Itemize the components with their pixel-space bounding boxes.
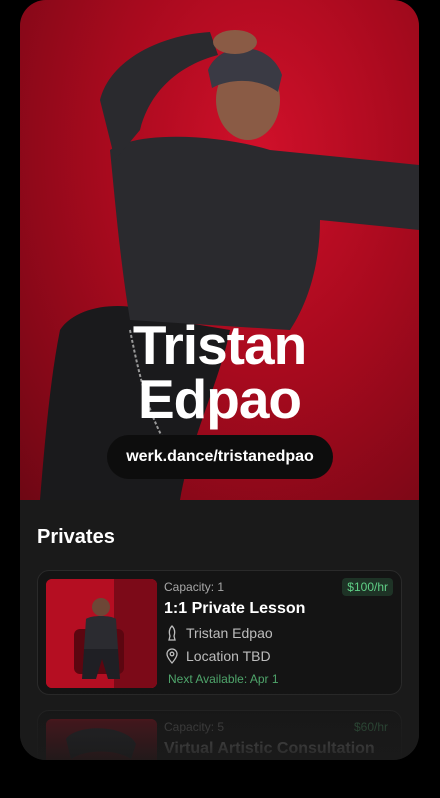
location-text: Location TBD <box>186 648 271 664</box>
price-badge: $60/hr <box>353 720 388 734</box>
phone-frame: Tristan Edpao werk.dance/tristanedpao Pr… <box>20 0 419 760</box>
profile-name: Tristan Edpao <box>132 314 307 430</box>
capacity-text: Capacity: 5 <box>164 720 225 734</box>
price-badge: $100/hr <box>342 578 393 596</box>
location-pin-icon <box>164 648 180 664</box>
hero-banner: Tristan Edpao werk.dance/tristanedpao <box>20 0 419 500</box>
section-title-privates: Privates <box>37 526 115 548</box>
capacity-text: Capacity: 1 <box>164 580 225 594</box>
profile-url-pill[interactable]: werk.dance/tristanedpao <box>107 435 333 479</box>
private-card[interactable]: Capacity: 1 $100/hr 1:1 Private Lesson T… <box>37 570 402 695</box>
person-silhouette-icon <box>164 625 180 641</box>
lesson-thumbnail <box>46 579 157 688</box>
consultation-thumbnail <box>46 719 157 760</box>
private-card[interactable]: Capacity: 5 $60/hr Virtual Artistic Cons… <box>37 710 402 760</box>
location-row: Location TBD <box>164 648 271 664</box>
lesson-title: Virtual Artistic Consultation <box>164 740 375 757</box>
privates-section: Privates Capacity: 1 $100/hr 1:1 Private… <box>20 500 419 760</box>
instructor-row: Tristan Edpao <box>164 625 273 641</box>
next-available-text: Next Available: Apr 1 <box>168 672 279 686</box>
lesson-title: 1:1 Private Lesson <box>164 600 306 617</box>
instructor-name: Tristan Edpao <box>186 625 273 641</box>
